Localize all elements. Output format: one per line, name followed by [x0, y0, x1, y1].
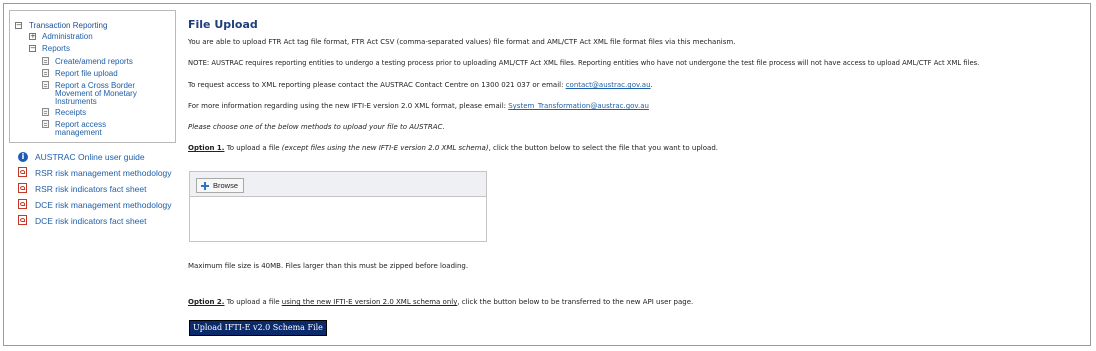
option2-end: , click the button below to be transferr… [457, 298, 694, 306]
pdf-icon [18, 167, 27, 177]
pdf-icon [18, 183, 27, 193]
option1-label: Option 1. [188, 144, 225, 152]
document-icon [42, 108, 49, 116]
pdf-icon [18, 215, 27, 225]
note-text: NOTE: AUSTRAC requires reporting entitie… [188, 59, 980, 67]
option1-end: , click the button below to select the f… [488, 144, 718, 152]
link-user-guide[interactable]: AUSTRAC Online user guide [35, 152, 145, 162]
browse-label: Browse [213, 181, 239, 190]
tree-item-transaction-reporting[interactable]: Transaction Reporting [29, 21, 107, 30]
contact-email-link[interactable]: contact@austrac.gov.au [566, 81, 651, 89]
document-icon [42, 69, 49, 77]
link-dce-fact-sheet[interactable]: DCE risk indicators fact sheet [35, 216, 146, 226]
plus-icon [201, 182, 209, 190]
tree-item-report-access-line2[interactable]: management [55, 128, 102, 137]
upload-ifti-schema-button[interactable]: Upload IFTI-E v2.0 Schema File [189, 320, 327, 336]
xml-access-end: . [650, 81, 653, 89]
link-rsr-methodology[interactable]: RSR risk management methodology [35, 168, 172, 178]
document-icon [42, 57, 49, 65]
option2-label: Option 2. [188, 298, 225, 306]
link-rsr-fact-sheet[interactable]: RSR risk indicators fact sheet [35, 184, 146, 194]
ifti-info-text: For more information regarding using the… [188, 102, 649, 110]
collapse-icon[interactable]: − [29, 45, 36, 52]
option1-text: Option 1. To upload a file (except files… [188, 144, 718, 152]
tree-item-report-file-upload[interactable]: Report file upload [55, 69, 118, 78]
upload-toolbar: Browse [190, 172, 486, 197]
option2-text: Option 2. To upload a file using the new… [188, 298, 693, 306]
tree-item-reports[interactable]: Reports [42, 44, 70, 53]
tree-item-create-amend-reports[interactable]: Create/amend reports [55, 57, 133, 66]
tree-item-cross-border-line3[interactable]: Instruments [55, 97, 97, 106]
pdf-icon [18, 199, 27, 209]
link-dce-methodology[interactable]: DCE risk management methodology [35, 200, 172, 210]
option2-underline: using the new IFTI-E version 2.0 XML sch… [281, 298, 458, 306]
choose-method-text: Please choose one of the below methods t… [188, 123, 445, 131]
info-icon: i [18, 152, 28, 162]
intro-text: You are able to upload FTR Act tag file … [188, 38, 736, 46]
document-icon [42, 81, 49, 89]
browse-button[interactable]: Browse [196, 178, 245, 193]
page-title: File Upload [188, 18, 258, 31]
tree-item-receipts[interactable]: Receipts [55, 108, 86, 117]
ifti-info-label: For more information regarding using the… [188, 102, 509, 110]
file-upload-panel: Browse [189, 171, 487, 242]
document-icon [42, 120, 49, 128]
xml-access-label: To request access to XML reporting pleas… [188, 81, 566, 89]
option1-prefix: To upload a file [224, 144, 282, 152]
system-transformation-email-link[interactable]: System_Transformation@austrac.gov.au [508, 102, 649, 110]
xml-access-text: To request access to XML reporting pleas… [188, 81, 653, 89]
option2-prefix: To upload a file [224, 298, 282, 306]
option1-italic: (except files using the new IFTI-E versi… [281, 144, 489, 152]
tree-item-administration[interactable]: Administration [42, 32, 93, 41]
expand-icon[interactable]: + [29, 33, 36, 40]
max-size-text: Maximum file size is 40MB. Files larger … [188, 262, 469, 270]
collapse-icon[interactable]: − [15, 22, 22, 29]
nav-tree: − Transaction Reporting + Administration… [9, 10, 176, 143]
